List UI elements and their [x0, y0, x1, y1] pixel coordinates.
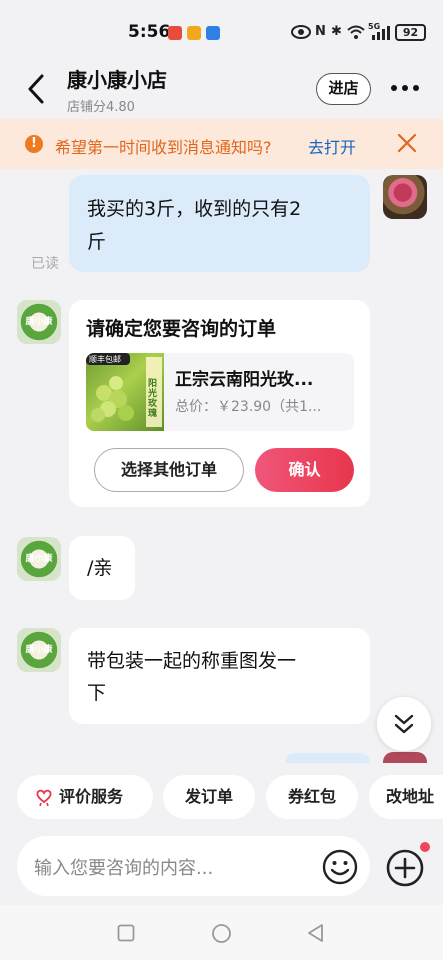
app-notification-icon	[206, 26, 220, 40]
plus-icon[interactable]	[385, 848, 425, 888]
shop-avatar[interactable]: 康小康	[17, 537, 61, 581]
message-bubble-outgoing[interactable]	[285, 753, 370, 763]
shop-avatar[interactable]: 康小康	[17, 300, 61, 344]
message-text: 我买的3斤，收到的只有2	[87, 198, 302, 220]
quick-action-send-order[interactable]: 发订单	[163, 775, 255, 819]
battery-indicator: 92	[395, 24, 426, 41]
double-chevron-down-icon	[394, 714, 414, 734]
product-badge: 顺丰包邮	[89, 355, 121, 364]
user-avatar[interactable]	[383, 175, 427, 219]
order-card-title: 请确定您要咨询的订单	[86, 318, 277, 340]
quick-action-change-address[interactable]: 改地址	[369, 775, 443, 819]
eye-icon	[291, 25, 311, 39]
user-avatar[interactable]	[383, 752, 427, 763]
select-other-order-button[interactable]: 选择其他订单	[94, 448, 244, 492]
message-text: 带包装一起的称重图发一	[87, 650, 297, 672]
shop-avatar[interactable]: 康小康	[17, 628, 61, 672]
emoji-icon[interactable]	[322, 849, 358, 885]
enable-notifications-link[interactable]: 去打开	[308, 134, 356, 158]
product-price: 总价：￥23.90（共1...	[175, 399, 322, 415]
app-notification-icon	[168, 26, 182, 40]
back-nav-icon[interactable]	[306, 923, 326, 943]
heart-award-icon	[36, 789, 52, 807]
nfc-icon: N	[315, 24, 326, 39]
status-time: 5:56	[128, 22, 171, 42]
message-text: 下	[87, 682, 107, 704]
quick-action-coupons[interactable]: 券红包	[266, 775, 358, 819]
bluetooth-icon: ✱	[331, 24, 342, 39]
notification-banner-text: 希望第一时间收到消息通知吗?	[55, 138, 272, 157]
recent-apps-icon[interactable]	[117, 924, 135, 942]
status-bar: 5:56 N ✱ 5G 92	[0, 0, 443, 56]
read-status: 已读	[31, 256, 59, 272]
enter-shop-button[interactable]: 进店	[316, 73, 371, 105]
message-input-placeholder: 输入您要咨询的内容...	[34, 858, 214, 879]
scroll-to-bottom-button[interactable]	[377, 697, 431, 751]
shop-name[interactable]: 康小康小店	[67, 64, 167, 93]
message-text: /亲	[87, 557, 113, 579]
shop-rating: 店铺分4.80	[67, 100, 135, 115]
signal-icon	[372, 26, 390, 40]
warning-icon: !	[25, 135, 43, 153]
message-text: 斤	[87, 231, 107, 253]
back-arrow-icon[interactable]	[24, 72, 52, 106]
confirm-button[interactable]: 确认	[255, 448, 354, 492]
product-name: 正宗云南阳光玫...	[175, 370, 314, 390]
more-icon[interactable]	[389, 78, 421, 98]
product-thumbnail[interactable]: 顺丰包邮 阳光玫瑰	[86, 353, 164, 431]
new-indicator-dot	[420, 842, 430, 852]
app-notification-icon	[187, 26, 201, 40]
product-tag: 阳光玫瑰	[148, 379, 158, 419]
close-icon[interactable]	[396, 132, 418, 154]
home-icon[interactable]	[211, 923, 232, 944]
wifi-icon	[347, 25, 365, 39]
